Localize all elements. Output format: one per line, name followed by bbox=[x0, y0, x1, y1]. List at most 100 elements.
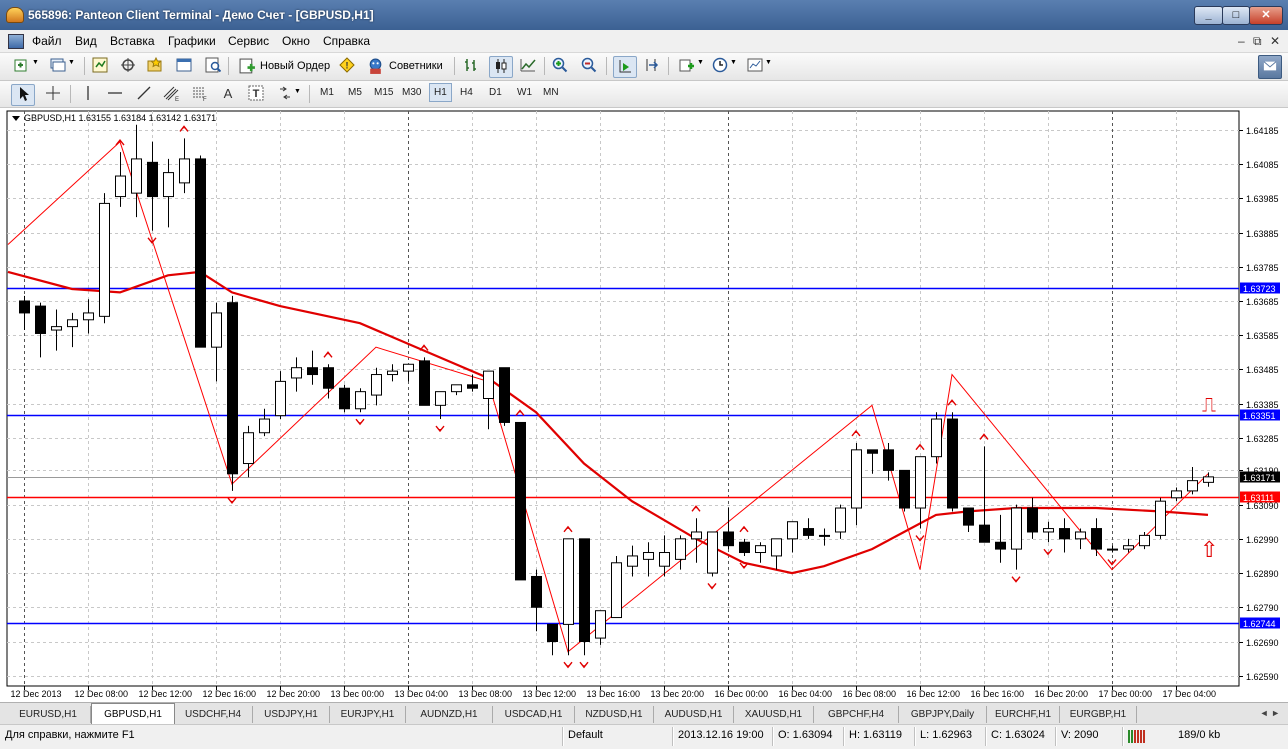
price-chart[interactable]: 1.64185 1.64085 1.63985 1.63885 1.63785 1.636… bbox=[0, 108, 1288, 702]
chart-tab[interactable]: EURJPY,H1 bbox=[330, 706, 406, 723]
price-tick-label: 1.62790 bbox=[1246, 603, 1279, 613]
chart-tab[interactable]: EURGBP,H1 bbox=[1060, 706, 1137, 723]
chart-shift-icon[interactable] bbox=[644, 57, 660, 73]
bar-chart-icon[interactable] bbox=[463, 57, 479, 73]
crosshair-icon[interactable] bbox=[45, 85, 61, 101]
tab-scroll-arrows[interactable]: ◄ ► bbox=[1260, 708, 1280, 718]
timeframe-m30[interactable]: M30 bbox=[402, 87, 421, 98]
dropdown-arrow-icon[interactable]: ▼ bbox=[730, 59, 737, 66]
navigator-icon[interactable] bbox=[120, 57, 136, 73]
timeframe-mn[interactable]: MN bbox=[543, 87, 559, 98]
timeframe-d1[interactable]: D1 bbox=[489, 87, 502, 98]
close-button[interactable]: ✕ bbox=[1249, 6, 1283, 25]
dropdown-arrow-icon[interactable]: ▼ bbox=[697, 59, 704, 66]
chart-tab[interactable]: GBPUSD,H1 bbox=[91, 703, 175, 724]
zoom-in-icon[interactable] bbox=[552, 57, 568, 73]
price-tick-label: 1.64185 bbox=[1246, 126, 1279, 136]
text-label-icon[interactable]: T bbox=[248, 85, 264, 101]
market-watch-icon[interactable] bbox=[92, 57, 108, 73]
dropdown-arrow-icon[interactable]: ▼ bbox=[68, 59, 75, 66]
horizontal-line-icon[interactable] bbox=[107, 85, 123, 101]
dropdown-arrow-icon[interactable]: ▼ bbox=[765, 59, 772, 66]
chart-tab[interactable]: USDCHF,H4 bbox=[174, 706, 253, 723]
price-tick-label: 1.62690 bbox=[1246, 638, 1279, 648]
new-order-button[interactable]: Новый Ордер bbox=[235, 56, 333, 78]
vertical-line-icon[interactable] bbox=[80, 85, 96, 101]
chart-tab[interactable]: NZDUSD,H1 bbox=[575, 706, 654, 723]
strategy-tester-icon[interactable] bbox=[205, 57, 221, 73]
maximize-button[interactable]: □ bbox=[1222, 6, 1250, 25]
minimize-button[interactable]: _ bbox=[1194, 6, 1223, 25]
candle-bearish bbox=[339, 387, 350, 410]
svg-text:A: A bbox=[224, 86, 233, 101]
menu-insert[interactable]: Вставка bbox=[110, 34, 155, 48]
menu-charts[interactable]: Графики bbox=[168, 34, 216, 48]
chart-tab[interactable]: GBPJPY,Daily bbox=[899, 706, 987, 723]
expert-advisors-label: Советники bbox=[389, 60, 443, 72]
chart-tab[interactable]: AUDUSD,H1 bbox=[654, 706, 734, 723]
timeframe-h1[interactable]: H1 bbox=[429, 83, 452, 102]
favorites-icon[interactable] bbox=[147, 57, 163, 73]
timeframe-m5[interactable]: M5 bbox=[348, 87, 362, 98]
menu-window[interactable]: Окно bbox=[282, 34, 310, 48]
zoom-out-icon[interactable] bbox=[581, 57, 597, 73]
candle-bullish bbox=[435, 391, 446, 406]
chart-tab[interactable]: USDCAD,H1 bbox=[493, 706, 575, 723]
price-tick-label: 1.63585 bbox=[1246, 331, 1279, 341]
auto-scroll-icon bbox=[619, 60, 631, 73]
cursor-button[interactable] bbox=[11, 84, 35, 106]
candle-bearish bbox=[307, 367, 318, 376]
chart-canvas[interactable]: 1.64185 1.64085 1.63985 1.63885 1.63785 1.636… bbox=[0, 108, 1288, 702]
channel-icon[interactable]: E bbox=[163, 85, 179, 101]
mdi-close-button[interactable]: ✕ bbox=[1270, 34, 1280, 48]
new-chart-icon[interactable] bbox=[14, 57, 30, 73]
candlestick-chart-button[interactable] bbox=[489, 56, 513, 78]
chart-tab[interactable]: GBPCHF,H4 bbox=[814, 706, 899, 723]
trendline-icon[interactable] bbox=[136, 85, 152, 101]
dropdown-arrow-icon[interactable]: ▼ bbox=[32, 59, 39, 66]
menu-tools[interactable]: Сервис bbox=[228, 34, 269, 48]
new-order-label: Новый Ордер bbox=[260, 60, 331, 72]
periods-clock-icon[interactable] bbox=[712, 57, 728, 73]
text-icon[interactable]: A bbox=[220, 85, 236, 101]
news-icon[interactable] bbox=[1258, 55, 1282, 79]
time-tick-label: 17 Dec 04:00 bbox=[1163, 689, 1217, 699]
candle-bearish bbox=[883, 449, 894, 471]
candle-bullish bbox=[1011, 507, 1022, 550]
candlestick bbox=[99, 193, 110, 324]
dropdown-arrow-icon[interactable]: ▼ bbox=[294, 88, 301, 95]
templates-icon[interactable] bbox=[747, 57, 763, 73]
candle-bullish bbox=[627, 555, 638, 567]
terminal-icon[interactable] bbox=[176, 57, 192, 73]
mdi-minimize-button[interactable]: – bbox=[1238, 34, 1245, 48]
chart-tab[interactable]: EURUSD,H1 bbox=[6, 706, 91, 723]
chart-tab[interactable]: USDJPY,H1 bbox=[253, 706, 330, 723]
chart-window-icon[interactable] bbox=[8, 34, 24, 49]
chart-tab[interactable]: AUDNZD,H1 bbox=[406, 706, 493, 723]
candle-bullish bbox=[115, 175, 126, 198]
status-time: 2013.12.16 19:00 bbox=[678, 729, 764, 741]
price-tick-label: 1.62590 bbox=[1246, 672, 1279, 682]
auto-scroll-button[interactable] bbox=[613, 56, 637, 78]
chart-tab[interactable]: EURCHF,H1 bbox=[987, 706, 1060, 723]
time-tick-label: 16 Dec 04:00 bbox=[779, 689, 833, 699]
metaeditor-icon[interactable]: ! bbox=[339, 57, 355, 73]
mdi-restore-button[interactable]: ⧉ bbox=[1253, 34, 1262, 49]
expert-advisors-button[interactable]: Советники bbox=[364, 56, 448, 78]
line-chart-icon[interactable] bbox=[520, 57, 536, 73]
menu-file[interactable]: Файл bbox=[32, 34, 62, 48]
indicators-icon[interactable] bbox=[679, 57, 695, 73]
timeframe-h4[interactable]: H4 bbox=[460, 87, 473, 98]
title-bar[interactable]: 565896: Panteon Client Terminal - Демо С… bbox=[0, 0, 1288, 30]
time-tick-label: 16 Dec 08:00 bbox=[843, 689, 897, 699]
arrows-icon[interactable] bbox=[277, 85, 293, 101]
chart-tab[interactable]: XAUUSD,H1 bbox=[734, 706, 814, 723]
fibonacci-icon[interactable]: F bbox=[192, 85, 208, 101]
timeframe-m15[interactable]: M15 bbox=[374, 87, 393, 98]
menu-help[interactable]: Справка bbox=[323, 34, 370, 48]
timeframe-w1[interactable]: W1 bbox=[517, 87, 532, 98]
candlestick bbox=[947, 412, 958, 512]
profiles-icon[interactable] bbox=[50, 57, 66, 73]
menu-view[interactable]: Вид bbox=[75, 34, 97, 48]
timeframe-m1[interactable]: M1 bbox=[320, 87, 334, 98]
